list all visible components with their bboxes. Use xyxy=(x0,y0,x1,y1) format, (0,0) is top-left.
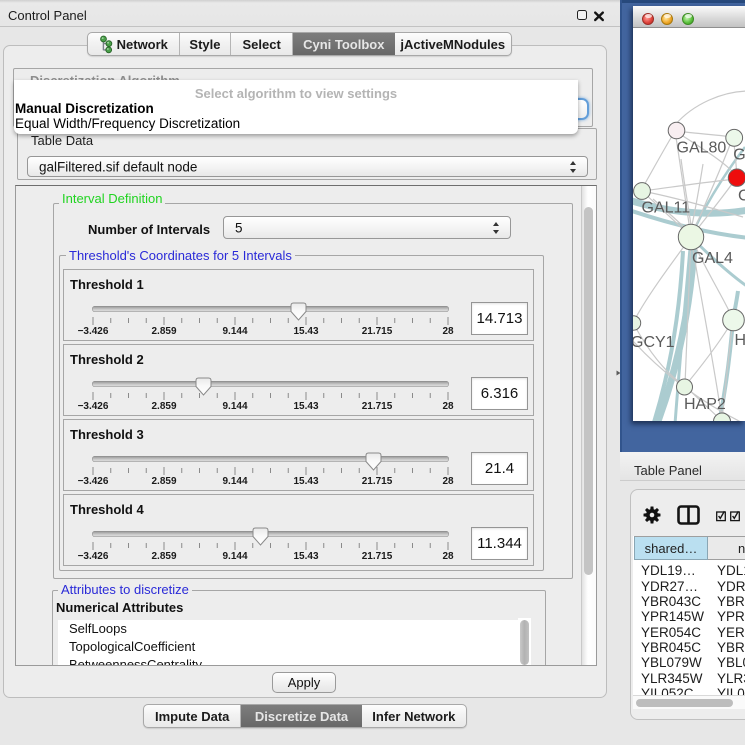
svg-text:C: C xyxy=(738,188,745,205)
svg-text:GAL11: GAL11 xyxy=(642,200,691,217)
svg-text:G.: G. xyxy=(733,147,745,164)
svg-text:GCY1: GCY1 xyxy=(633,334,675,351)
svg-text:GAL4: GAL4 xyxy=(692,250,733,267)
svg-text:H: H xyxy=(735,332,745,349)
svg-text:HAP2: HAP2 xyxy=(684,396,726,413)
svg-text:GAL80: GAL80 xyxy=(677,140,727,157)
